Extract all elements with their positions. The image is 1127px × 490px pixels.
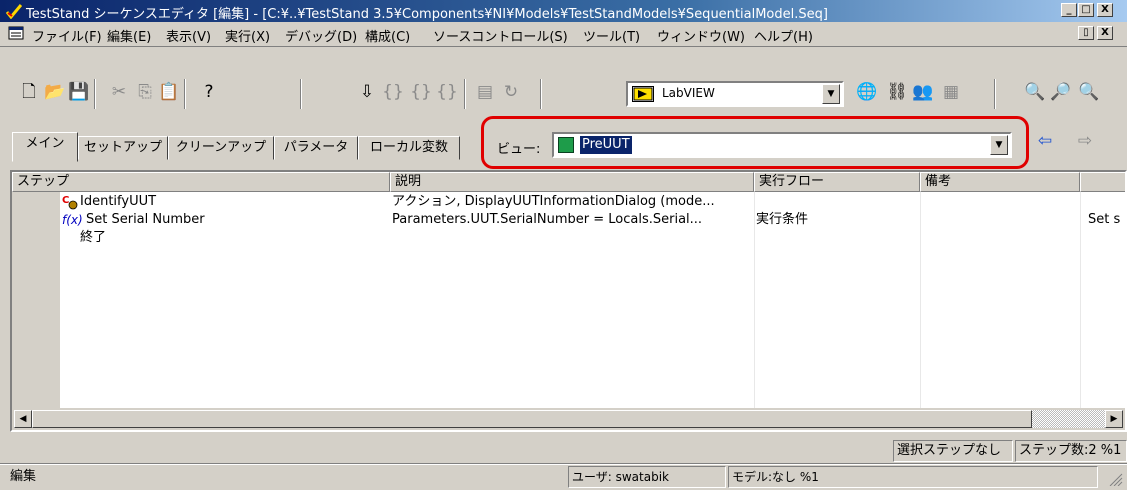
- column-header-notes[interactable]: 備考: [920, 172, 1080, 192]
- status-step-count: ステップ数:2 %1: [1015, 440, 1127, 462]
- database-icon[interactable]: ▦: [940, 81, 962, 103]
- toolbar-separator: [300, 79, 302, 109]
- window-title: TestStand シーケンスエディタ [編集] - [C:¥..¥TestSt…: [26, 7, 828, 22]
- step-into-icon[interactable]: {}: [382, 81, 404, 103]
- step-over-icon[interactable]: {}: [410, 81, 432, 103]
- save-icon[interactable]: 💾: [68, 81, 90, 103]
- toolbar-separator: [540, 79, 542, 109]
- menu-view[interactable]: 表示(V): [166, 26, 211, 45]
- find-binoculars-icon[interactable]: 🔍: [1024, 81, 1046, 103]
- document-menu-icon[interactable]: [8, 26, 24, 40]
- step-name: 終了: [80, 230, 107, 245]
- adapter-dropdown-button[interactable]: ▼: [822, 84, 840, 104]
- step-description: アクション, DisplayUUTInformationDialog (mode…: [392, 194, 715, 209]
- step-extra: Set s: [1088, 212, 1121, 227]
- table-row[interactable]: 終了: [62, 229, 1122, 247]
- column-header-flow[interactable]: 実行フロー: [754, 172, 920, 192]
- menu-source-control[interactable]: ソースコントロール(S): [433, 26, 568, 45]
- resize-grip-icon[interactable]: [1106, 470, 1124, 487]
- action-step-icon: C: [62, 195, 78, 210]
- tab-setup[interactable]: セットアップ: [78, 136, 168, 160]
- scroll-track[interactable]: [1032, 410, 1105, 428]
- close-button[interactable]: X: [1097, 3, 1113, 17]
- scroll-thumb[interactable]: [32, 410, 1032, 428]
- status-divider: [0, 463, 1127, 465]
- toolbar-separator: [464, 79, 466, 109]
- toolbar-separator: [94, 79, 96, 109]
- copy-icon[interactable]: ⎘: [134, 81, 156, 103]
- steps-grid: ステップ 説明 実行フロー 備考 C IdentifyUUT アクション, Di…: [10, 170, 1127, 432]
- status-mode: 編集: [10, 469, 37, 484]
- menu-help[interactable]: ヘルプ(H): [754, 26, 813, 45]
- status-user: ユーザ: swatabik: [568, 466, 726, 488]
- child-close-button[interactable]: X: [1097, 26, 1113, 40]
- globe-icon[interactable]: 🌐: [856, 81, 878, 103]
- menu-debug[interactable]: デバッグ(D): [285, 26, 357, 45]
- tab-parameters[interactable]: パラメータ: [274, 136, 358, 160]
- step-flow: 実行条件: [756, 212, 809, 227]
- resume-icon[interactable]: ↻: [500, 81, 522, 103]
- step-out-icon[interactable]: {}: [436, 81, 458, 103]
- column-header-step[interactable]: ステップ: [12, 172, 390, 192]
- scroll-right-button[interactable]: ▶: [1105, 410, 1123, 428]
- menu-file[interactable]: ファイル(F): [32, 26, 102, 45]
- tab-locals[interactable]: ローカル変数: [358, 136, 460, 160]
- highlight-annotation: [481, 116, 1029, 169]
- step-name: Set Serial Number: [86, 212, 205, 227]
- row-gutter: [12, 192, 60, 408]
- users-icon[interactable]: 👥: [912, 81, 934, 103]
- toolbar-separator: [994, 79, 996, 109]
- open-folder-icon[interactable]: 📂: [44, 81, 66, 103]
- maximize-button[interactable]: □: [1078, 3, 1094, 17]
- adapter-select[interactable]: LabVIEW ▼: [626, 81, 844, 107]
- tab-cleanup[interactable]: クリーンアップ: [168, 136, 274, 160]
- table-row[interactable]: f(x) Set Serial Number Parameters.UUT.Se…: [62, 211, 1122, 229]
- horizontal-scrollbar[interactable]: ◀ ▶: [12, 408, 1125, 430]
- sort-icon[interactable]: ⇩: [356, 81, 378, 103]
- replace-icon[interactable]: 🔍: [1078, 81, 1100, 103]
- title-bar: TestStand シーケンスエディタ [編集] - [C:¥..¥TestSt…: [0, 0, 1127, 22]
- menu-configure[interactable]: 構成(C): [365, 26, 410, 45]
- new-file-icon[interactable]: 🗋: [18, 81, 40, 103]
- status-model: モデル:なし %1: [728, 466, 1098, 488]
- minimize-button[interactable]: _: [1061, 3, 1077, 17]
- tab-main[interactable]: メイン: [12, 132, 78, 162]
- teststand-app-icon: [6, 4, 22, 19]
- status-selection: 選択ステップなし: [893, 440, 1013, 462]
- find-in-files-icon[interactable]: 🔎: [1050, 81, 1072, 103]
- column-header-extra[interactable]: [1080, 172, 1125, 192]
- help-icon[interactable]: ?: [198, 81, 220, 103]
- cut-icon[interactable]: ✂: [108, 81, 130, 103]
- scroll-left-button[interactable]: ◀: [14, 410, 32, 428]
- menu-execute[interactable]: 実行(X): [225, 26, 270, 45]
- back-arrow-icon[interactable]: ⇦: [1034, 130, 1056, 152]
- paste-icon[interactable]: 📋: [158, 81, 180, 103]
- step-description: Parameters.UUT.SerialNumber = Locals.Ser…: [392, 212, 703, 227]
- menu-edit[interactable]: 編集(E): [107, 26, 151, 45]
- hierarchy-icon[interactable]: ⛓: [886, 81, 908, 103]
- breakpoint-icon[interactable]: ▤: [474, 81, 496, 103]
- labview-adapter-icon: [632, 86, 654, 102]
- adapter-label: LabVIEW: [662, 86, 715, 100]
- step-name: IdentifyUUT: [80, 194, 157, 209]
- statement-step-icon: f(x): [62, 213, 83, 227]
- column-header-description[interactable]: 説明: [390, 172, 754, 192]
- svg-text:C: C: [62, 195, 69, 206]
- forward-arrow-icon[interactable]: ⇨: [1074, 130, 1096, 152]
- menu-tools[interactable]: ツール(T): [583, 26, 640, 45]
- toolbar-top-divider: [0, 46, 1127, 47]
- table-row[interactable]: C IdentifyUUT アクション, DisplayUUTInformati…: [62, 193, 1122, 211]
- toolbar-separator: [184, 79, 186, 109]
- child-restore-button[interactable]: ▯: [1078, 26, 1094, 40]
- menu-window[interactable]: ウィンドウ(W): [657, 26, 745, 45]
